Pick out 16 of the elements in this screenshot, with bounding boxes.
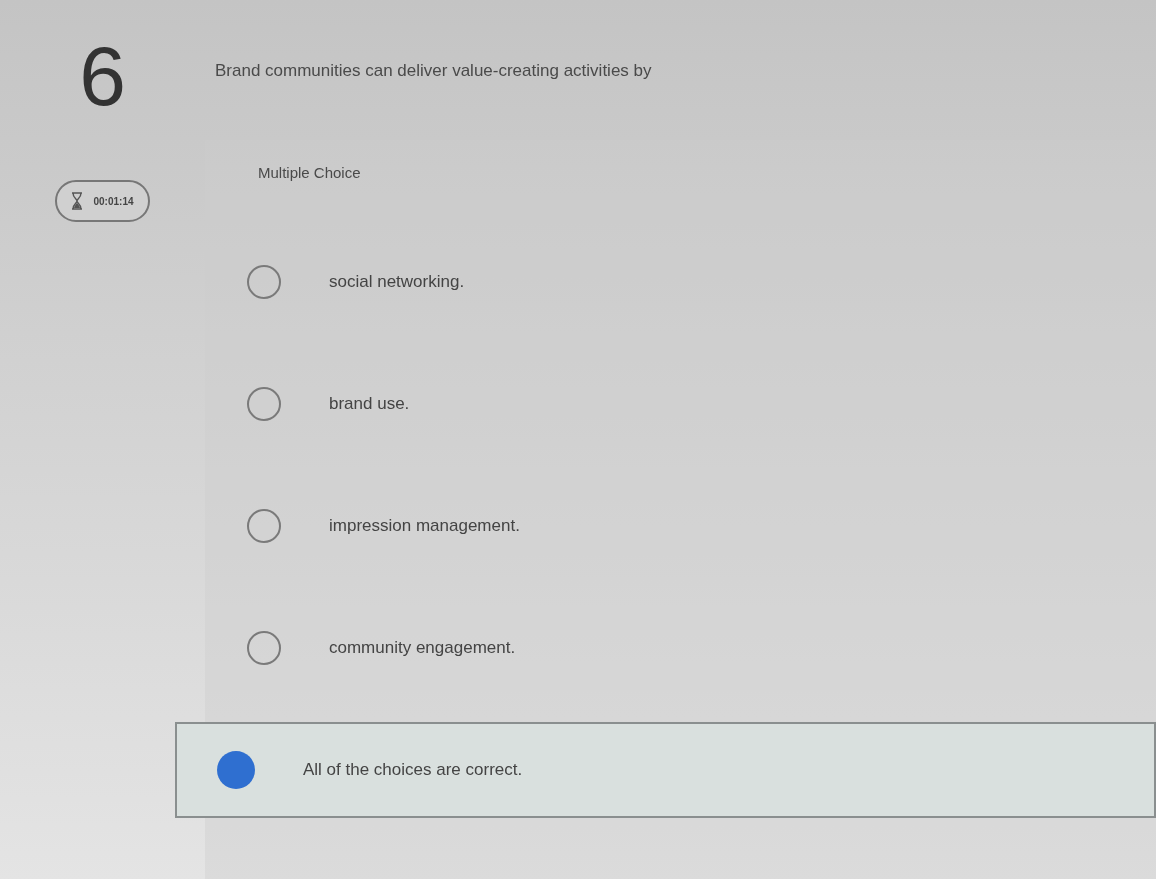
radio-button[interactable] — [247, 509, 281, 543]
radio-button[interactable] — [217, 751, 255, 789]
timer-text: 00:01:14 — [93, 194, 134, 209]
choice-label: social networking. — [329, 271, 465, 294]
question-type-label: Multiple Choice — [258, 162, 361, 183]
radio-button[interactable] — [247, 631, 281, 665]
choice-label: brand use. — [329, 393, 410, 416]
choice-label: community engagement. — [329, 637, 516, 660]
radio-button[interactable] — [247, 265, 281, 299]
choice-label: impression management. — [329, 515, 520, 538]
hourglass-icon — [71, 192, 84, 210]
question-text: Brand communities can deliver value-creating activities by — [215, 60, 653, 82]
question-number: 6 — [79, 34, 126, 118]
radio-button[interactable] — [247, 387, 281, 421]
selected-answer-row[interactable]: All of the choices are correct. — [175, 722, 1156, 818]
choice-label: All of the choices are correct. — [303, 759, 523, 782]
